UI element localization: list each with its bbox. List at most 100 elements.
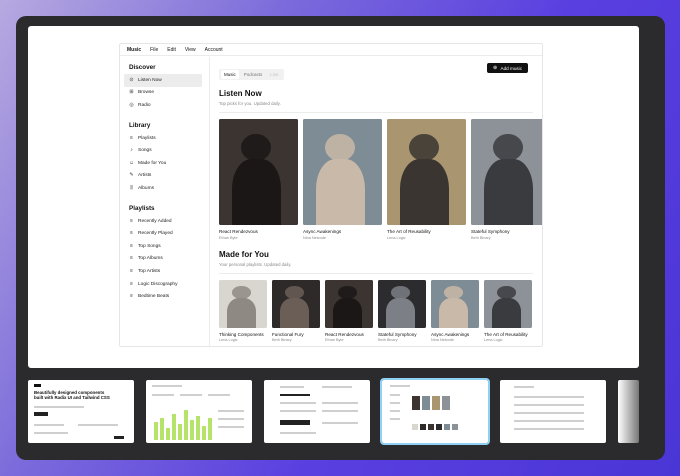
playlist-artist: Nina Netcode — [431, 338, 455, 342]
add-music-button[interactable]: ⊕ Add music — [486, 63, 528, 73]
sidebar-item-label: Top Artists — [138, 268, 161, 274]
tab-live[interactable]: Live — [267, 70, 282, 79]
playlist-icon: ≡ — [130, 217, 133, 224]
cover-image — [471, 119, 542, 225]
listen-now-albums: React Rendezvous Ethan Byte Async Awakenin… — [219, 119, 542, 240]
sidebar-item-artists[interactable]: ✎ Artists — [124, 170, 202, 183]
sidebar-item-label: Recently Added — [138, 218, 172, 224]
playlist-card[interactable]: Async Awakenings Nina Netcode — [431, 279, 479, 342]
sidebar-item-recently-added[interactable]: ≡ Recently Added — [124, 215, 202, 228]
sidebar-item-bedtime-beats[interactable]: ≡ Bedtime Beats — [124, 290, 202, 303]
add-music-label: Add music — [500, 65, 522, 71]
listen-now-subtitle: Top picks for you. Updated daily. — [219, 101, 281, 106]
thumbnail-card[interactable]: Beautifully designed components built wi… — [28, 380, 134, 443]
sidebar-item-top-artists[interactable]: ≡ Top Artists — [124, 265, 202, 278]
plus-circle-icon: ⊕ — [492, 64, 498, 71]
radio-icon: ◎ — [129, 101, 134, 108]
album-title: Async Awakenings — [303, 229, 342, 234]
thumbnail-card-partial[interactable] — [618, 380, 639, 443]
album-artist: Nina Netcode — [303, 235, 327, 240]
playlist-card[interactable]: The Art of Reusability Lena Logic — [484, 279, 532, 342]
media-tabs: Music Podcasts Live — [219, 68, 284, 81]
thumbnail-card[interactable] — [146, 380, 252, 443]
sidebar-item-label: Playlists — [138, 135, 156, 141]
sidebar-item-label: Bedtime Beats — [138, 294, 170, 300]
album-card[interactable]: The Art of Reusability Lena Logic — [387, 119, 466, 240]
playlist-title: Stateful Symphony — [378, 331, 417, 337]
album-title: Stateful Symphony — [471, 229, 510, 234]
menubar: Music File Edit View Account — [120, 44, 542, 56]
playlist-card[interactable]: Thinking Components Lena Logic — [219, 279, 267, 342]
playlist-icon: ≡ — [130, 255, 133, 262]
bar-chart-thumbnail — [154, 410, 212, 440]
cover-image — [219, 279, 267, 328]
music-app-window: Music File Edit View Account Discover ⊙ L… — [119, 43, 543, 347]
thumbnail-caption: Beautifully designed components built wi… — [34, 390, 110, 401]
cover-image — [378, 279, 426, 328]
sidebar-item-playlists[interactable]: ≡ Playlists — [124, 132, 202, 145]
sidebar-item-browse[interactable]: ⊞ Browse — [124, 87, 202, 100]
menu-edit[interactable]: Edit — [167, 47, 176, 53]
sidebar-item-label: Browse — [138, 90, 154, 96]
grid-icon: ⊞ — [129, 89, 134, 96]
play-circle-icon: ⊙ — [129, 76, 134, 83]
menu-account[interactable]: Account — [205, 47, 223, 53]
sidebar-item-recently-played[interactable]: ≡ Recently Played — [124, 227, 202, 240]
sidebar-item-logic-discography[interactable]: ≡ Logic Discography — [124, 278, 202, 291]
sidebar-item-label: Logic Discography — [138, 281, 178, 287]
thumbnail-card[interactable] — [500, 380, 606, 443]
sidebar-item-radio[interactable]: ◎ Radio — [124, 99, 202, 112]
preview-stage: Music File Edit View Account Discover ⊙ L… — [28, 26, 639, 368]
playlist-icon: ≡ — [130, 280, 133, 287]
playlist-icon: ≡ — [130, 230, 133, 237]
divider — [219, 272, 533, 274]
cover-image — [387, 119, 466, 225]
sidebar-item-listen-now[interactable]: ⊙ Listen Now — [124, 74, 202, 87]
example-thumbnails: Beautifully designed components built wi… — [28, 378, 665, 446]
cover-image — [272, 279, 320, 328]
sidebar-item-label: Albums — [138, 185, 154, 191]
playlist-title: The Art of Reusability — [484, 331, 528, 337]
playlist-artist: Beth Binary — [272, 338, 292, 342]
album-title: The Art of Reusability — [387, 229, 431, 234]
sidebar-item-albums[interactable]: ⫼ Albums — [124, 182, 202, 195]
playlists-heading: Playlists — [129, 204, 155, 212]
sidebar-item-songs[interactable]: ♪ Songs — [124, 144, 202, 157]
sidebar-item-label: Made for You — [138, 160, 167, 166]
thumbnail-card-selected[interactable] — [380, 378, 490, 445]
menu-music[interactable]: Music — [127, 47, 141, 53]
playlist-icon: ≡ — [130, 134, 133, 141]
sidebar-item-top-songs[interactable]: ≡ Top Songs — [124, 240, 202, 253]
playlist-title: React Rendezvous — [325, 331, 364, 337]
menu-view[interactable]: View — [185, 47, 196, 53]
sidebar: Discover ⊙ Listen Now ⊞ Browse ◎ Radio Librar… — [120, 57, 206, 346]
playlist-card[interactable]: Stateful Symphony Beth Binary — [378, 279, 426, 342]
menu-file[interactable]: File — [150, 47, 158, 53]
sidebar-item-label: Top Albums — [138, 256, 163, 262]
sidebar-item-label: Songs — [138, 148, 152, 154]
sidebar-item-label: Recently Played — [138, 231, 173, 237]
playlist-card[interactable]: Functional Fury Beth Binary — [272, 279, 320, 342]
sidebar-item-label: Artists — [138, 173, 152, 179]
logo-mark — [34, 384, 41, 387]
divider — [219, 112, 533, 113]
playlist-artist: Ethan Byte — [325, 338, 344, 342]
playlist-card[interactable]: React Rendezvous Ethan Byte — [325, 279, 373, 342]
album-card[interactable]: Async Awakenings Nina Netcode — [303, 119, 382, 240]
library-heading: Library — [129, 121, 151, 129]
sidebar-item-top-albums[interactable]: ≡ Top Albums — [124, 253, 202, 266]
playlist-icon: ≡ — [130, 267, 133, 274]
playlist-icon: ≡ — [130, 242, 133, 249]
album-card[interactable]: React Rendezvous Ethan Byte — [219, 119, 298, 240]
tab-podcasts[interactable]: Podcasts — [240, 70, 266, 79]
preview-frame: Music File Edit View Account Discover ⊙ L… — [16, 16, 665, 460]
thumbnail-card[interactable] — [264, 380, 370, 443]
made-for-you-subtitle: Your personal playlists. Updated daily. — [219, 261, 292, 267]
playlist-icon: ≡ — [130, 293, 133, 300]
album-artist: Lena Logic — [387, 235, 406, 240]
sidebar-item-label: Listen Now — [138, 77, 162, 83]
sidebar-item-made-for-you[interactable]: ☺ Made for You — [124, 157, 202, 170]
tab-music[interactable]: Music — [220, 70, 240, 79]
album-card[interactable]: Stateful Symphony Beth Binary — [471, 119, 542, 240]
album-artist: Beth Binary — [471, 235, 491, 240]
